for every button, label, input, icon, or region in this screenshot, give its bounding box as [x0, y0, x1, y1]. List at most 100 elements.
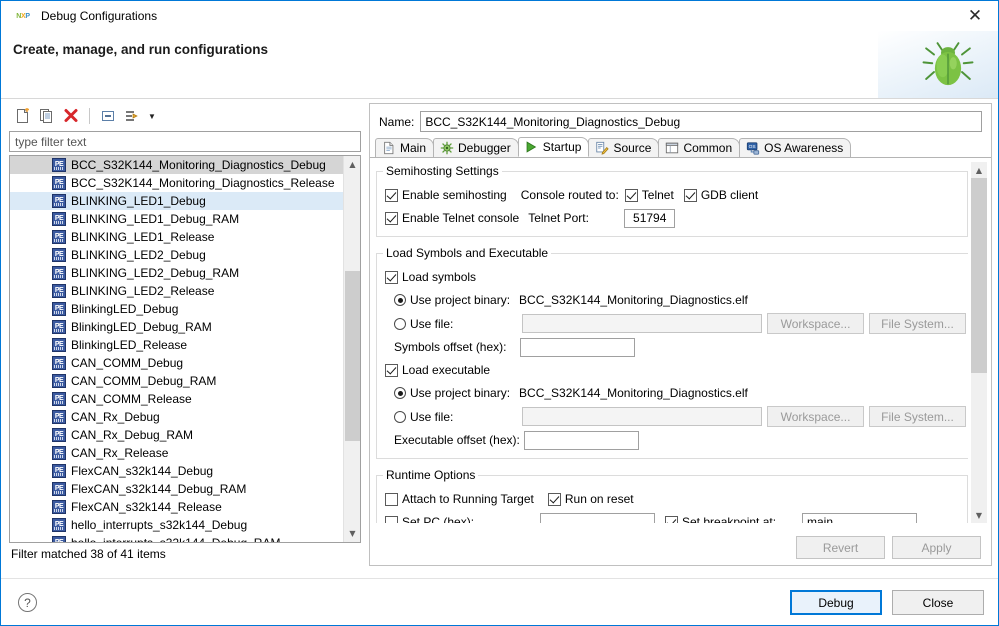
list-item[interactable]: PEFlexCAN_s32k144_Debug [10, 462, 343, 480]
pe-micro-icon: PE [52, 284, 66, 298]
gdb-client-checkbox[interactable] [684, 189, 697, 202]
symbols-use-file-radio[interactable] [394, 318, 406, 330]
telnet-checkbox[interactable] [625, 189, 638, 202]
list-item[interactable]: PEhello_interrupts_s32k144_Debug_RAM [10, 534, 343, 542]
set-pc-checkbox[interactable] [385, 516, 398, 524]
symbols-offset-row: Symbols offset (hex): [385, 337, 966, 357]
attach-to-running-target-checkbox[interactable] [385, 493, 398, 506]
executable-use-file-radio[interactable] [394, 411, 406, 423]
panel-scrollbar-thumb[interactable] [971, 178, 987, 373]
list-item[interactable]: PECAN_Rx_Debug [10, 408, 343, 426]
executable-use-project-binary-radio[interactable] [394, 387, 406, 399]
symbols-offset-input[interactable] [520, 338, 635, 357]
load-executable-row: Load executable [385, 360, 966, 380]
symbols-file-system-button[interactable]: File System... [869, 313, 966, 334]
footer-buttons: Debug Close [790, 590, 984, 615]
list-item[interactable]: PEBLINKING_LED2_Debug [10, 246, 343, 264]
list-item[interactable]: PECAN_COMM_Debug_RAM [10, 372, 343, 390]
tree-scrollbar-thumb[interactable] [345, 271, 360, 441]
run-on-reset-checkbox[interactable] [548, 493, 561, 506]
executable-file-system-button[interactable]: File System... [869, 406, 966, 427]
list-item[interactable]: PEBLINKING_LED1_Debug [10, 192, 343, 210]
list-item[interactable]: PEBCC_S32K144_Monitoring_Diagnostics_Deb… [10, 156, 343, 174]
load-executable-checkbox[interactable] [385, 364, 398, 377]
filter-sort-button[interactable] [121, 105, 143, 127]
scroll-down-icon[interactable]: ▼ [344, 525, 361, 542]
list-item[interactable]: PECAN_Rx_Release [10, 444, 343, 462]
symbols-use-project-binary-radio[interactable] [394, 294, 406, 306]
toolbar-separator [89, 108, 90, 124]
title-bar: NXP Debug Configurations ✕ [1, 1, 998, 31]
tab-main[interactable]: Main [375, 138, 434, 157]
enable-semihosting-label: Enable semihosting [402, 188, 507, 202]
chevron-down-icon[interactable]: ▼ [145, 105, 159, 127]
list-item-label: hello_interrupts_s32k144_Debug [71, 518, 247, 532]
set-breakpoint-input[interactable]: main [802, 513, 917, 524]
debug-button[interactable]: Debug [790, 590, 882, 615]
tab-debugger[interactable]: Debugger [433, 138, 519, 157]
list-item[interactable]: PEhello_interrupts_s32k144_Debug [10, 516, 343, 534]
collapse-all-button[interactable] [97, 105, 119, 127]
executable-offset-input[interactable] [524, 431, 639, 450]
enable-semihosting-checkbox[interactable] [385, 189, 398, 202]
list-item[interactable]: PECAN_COMM_Release [10, 390, 343, 408]
configurations-tree[interactable]: PEBCC_S32K144_Monitoring_Diagnostics_Deb… [9, 155, 361, 543]
telnet-label: Telnet [642, 188, 674, 202]
delete-configuration-button[interactable] [60, 105, 82, 127]
tab-source[interactable]: Source [588, 138, 659, 157]
name-input[interactable]: BCC_S32K144_Monitoring_Diagnostics_Debug [420, 111, 982, 132]
startup-panel-scrollbar[interactable]: ▲ ▼ [971, 162, 987, 523]
pe-micro-icon: PE [52, 482, 66, 496]
revert-button[interactable]: Revert [796, 536, 885, 559]
tab-os-awareness[interactable]: OSOS Awareness [739, 138, 851, 157]
close-icon[interactable]: ✕ [952, 1, 998, 31]
set-breakpoint-checkbox[interactable] [665, 516, 678, 524]
list-item[interactable]: PEBlinkingLED_Release [10, 336, 343, 354]
apply-button[interactable]: Apply [892, 536, 981, 559]
set-breakpoint-value: main [807, 515, 833, 523]
enable-telnet-console-checkbox[interactable] [385, 212, 398, 225]
close-button[interactable]: Close [892, 590, 984, 615]
set-breakpoint-label: Set breakpoint at: [682, 515, 802, 523]
attach-to-running-target-label: Attach to Running Target [402, 492, 534, 506]
pe-micro-icon: PE [52, 266, 66, 280]
symbols-use-project-binary-label: Use project binary: [410, 293, 510, 307]
tab-startup[interactable]: Startup [518, 137, 590, 157]
executable-use-file-row: Use file: Workspace... File System... [385, 406, 966, 427]
panel-scroll-up-icon[interactable]: ▲ [971, 162, 987, 178]
filter-input[interactable]: type filter text [9, 131, 361, 152]
startup-tab-panel: Semihosting Settings Enable semihosting … [370, 158, 991, 527]
executable-file-input[interactable] [522, 407, 762, 426]
list-item[interactable]: PECAN_COMM_Debug [10, 354, 343, 372]
document-icon [381, 141, 396, 156]
symbols-workspace-button[interactable]: Workspace... [767, 313, 864, 334]
bug-illustration-icon [920, 37, 976, 93]
symbols-file-input[interactable] [522, 314, 762, 333]
list-item[interactable]: PEBLINKING_LED1_Debug_RAM [10, 210, 343, 228]
load-symbols-checkbox[interactable] [385, 271, 398, 284]
tab-common[interactable]: Common [658, 138, 740, 157]
list-item[interactable]: PEBCC_S32K144_Monitoring_Diagnostics_Rel… [10, 174, 343, 192]
list-item[interactable]: PEFlexCAN_s32k144_Debug_RAM [10, 480, 343, 498]
duplicate-configuration-button[interactable] [36, 105, 58, 127]
set-pc-input[interactable] [540, 513, 655, 524]
list-item[interactable]: PEBlinkingLED_Debug [10, 300, 343, 318]
panel-scroll-down-icon[interactable]: ▼ [971, 507, 987, 523]
configuration-editor-pane: Name: BCC_S32K144_Monitoring_Diagnostics… [369, 103, 992, 566]
tree-scrollbar[interactable]: ▲ ▼ [343, 156, 360, 542]
help-question-icon[interactable]: ? [18, 593, 37, 612]
scroll-up-icon[interactable]: ▲ [344, 156, 361, 173]
new-configuration-button[interactable] [12, 105, 34, 127]
list-item[interactable]: PEBLINKING_LED2_Release [10, 282, 343, 300]
list-item[interactable]: PECAN_Rx_Debug_RAM [10, 426, 343, 444]
executable-workspace-button[interactable]: Workspace... [767, 406, 864, 427]
pe-micro-icon: PE [52, 248, 66, 262]
executable-offset-label: Executable offset (hex): [394, 433, 524, 447]
list-item[interactable]: PEBLINKING_LED2_Debug_RAM [10, 264, 343, 282]
list-item[interactable]: PEFlexCAN_s32k144_Release [10, 498, 343, 516]
symbols-use-file-row: Use file: Workspace... File System... [385, 313, 966, 334]
list-item[interactable]: PEBLINKING_LED1_Release [10, 228, 343, 246]
list-item[interactable]: PEBlinkingLED_Debug_RAM [10, 318, 343, 336]
editor-tabs: MainDebuggerStartupSourceCommonOSOS Awar… [370, 138, 991, 158]
telnet-port-input[interactable]: 51794 [624, 209, 675, 228]
